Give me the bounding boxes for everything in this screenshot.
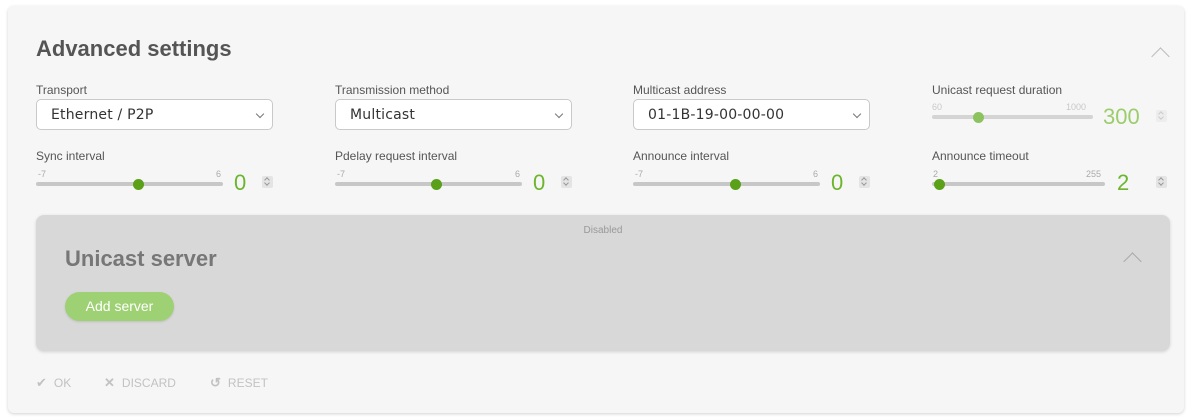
- collapse-chevron-up-icon[interactable]: [1151, 47, 1170, 66]
- announce-timeout-slider-handle[interactable]: [934, 179, 945, 190]
- sync-interval-value: 0: [234, 170, 247, 195]
- transport-value: Ethernet / P2P: [51, 107, 154, 123]
- transport-select[interactable]: Ethernet / P2P: [36, 99, 273, 130]
- sync-interval-slider-handle[interactable]: [133, 179, 144, 190]
- sync-interval-spinner-icon[interactable]: [262, 176, 273, 188]
- ok-label: OK: [53, 376, 72, 390]
- announce-interval-max: 6: [813, 169, 819, 179]
- unicast-duration-slider-handle[interactable]: [973, 112, 984, 123]
- collapse-chevron-up-icon[interactable]: [1123, 252, 1142, 271]
- transport-label: Transport: [36, 83, 87, 97]
- select-caret-icon: [255, 109, 265, 119]
- sync-interval-label: Sync interval: [36, 149, 105, 163]
- multicast-address-select[interactable]: 01-1B-19-00-00-00: [633, 99, 870, 130]
- unicast-duration-min: 60: [932, 102, 943, 112]
- pdelay-interval-spinner-icon[interactable]: [561, 176, 572, 188]
- disabled-status: Disabled: [583, 225, 623, 236]
- add-server-button[interactable]: Add server: [65, 292, 174, 321]
- advanced-settings-panel: Advanced settings Transport Ethernet / P…: [8, 6, 1184, 413]
- multicast-address-label: Multicast address: [633, 83, 727, 97]
- pdelay-interval-track[interactable]: [335, 182, 522, 186]
- unicast-server-title: Unicast server: [65, 246, 217, 271]
- unicast-duration-spinner-icon[interactable]: [1156, 110, 1167, 122]
- announce-timeout-min: 2: [933, 169, 939, 179]
- pdelay-interval-min: -7: [337, 169, 346, 179]
- sync-interval-max: 6: [216, 169, 222, 179]
- announce-interval-value: 0: [831, 170, 844, 195]
- sync-interval-min: -7: [38, 169, 47, 179]
- announce-timeout-label: Announce timeout: [932, 149, 1029, 163]
- panel-title: Advanced settings: [36, 36, 232, 61]
- transmission-method-value: Multicast: [350, 107, 416, 123]
- sync-interval-track[interactable]: [36, 182, 223, 186]
- pdelay-interval-label: Pdelay request interval: [335, 149, 458, 163]
- announce-interval-spinner-icon[interactable]: [859, 176, 870, 188]
- unicast-duration-value: 300: [1103, 104, 1140, 129]
- ok-button[interactable]: ✔ OK: [36, 375, 71, 391]
- announce-interval-track[interactable]: [633, 182, 820, 186]
- announce-timeout-spinner-icon[interactable]: [1156, 176, 1167, 188]
- discard-button[interactable]: ✕ DISCARD: [104, 375, 176, 391]
- pdelay-interval-max: 6: [515, 169, 521, 179]
- announce-timeout-track[interactable]: [932, 182, 1105, 186]
- announce-interval-min: -7: [635, 169, 644, 179]
- announce-timeout-value: 2: [1117, 170, 1130, 195]
- transmission-method-label: Transmission method: [335, 83, 450, 97]
- pdelay-interval-slider-handle[interactable]: [431, 179, 442, 190]
- announce-interval-label: Announce interval: [633, 149, 730, 163]
- unicast-duration-label: Unicast request duration: [932, 83, 1063, 97]
- reset-label: RESET: [227, 376, 268, 390]
- reset-button[interactable]: ↺ RESET: [210, 375, 268, 391]
- select-caret-icon: [852, 109, 862, 119]
- multicast-address-value: 01-1B-19-00-00-00: [648, 107, 785, 123]
- x-icon: ✕: [104, 375, 115, 390]
- announce-timeout-max: 255: [1086, 169, 1102, 179]
- unicast-duration-track[interactable]: [932, 115, 1093, 119]
- select-caret-icon: [554, 109, 564, 119]
- pdelay-interval-value: 0: [533, 170, 546, 195]
- reset-icon: ↺: [210, 375, 221, 390]
- transmission-method-select[interactable]: Multicast: [335, 99, 572, 130]
- unicast-duration-max: 1000: [1066, 102, 1087, 112]
- announce-interval-slider-handle[interactable]: [730, 179, 741, 190]
- unicast-server-panel: Disabled Unicast server Add server: [36, 215, 1170, 351]
- check-icon: ✔: [36, 375, 47, 390]
- discard-label: DISCARD: [121, 376, 176, 390]
